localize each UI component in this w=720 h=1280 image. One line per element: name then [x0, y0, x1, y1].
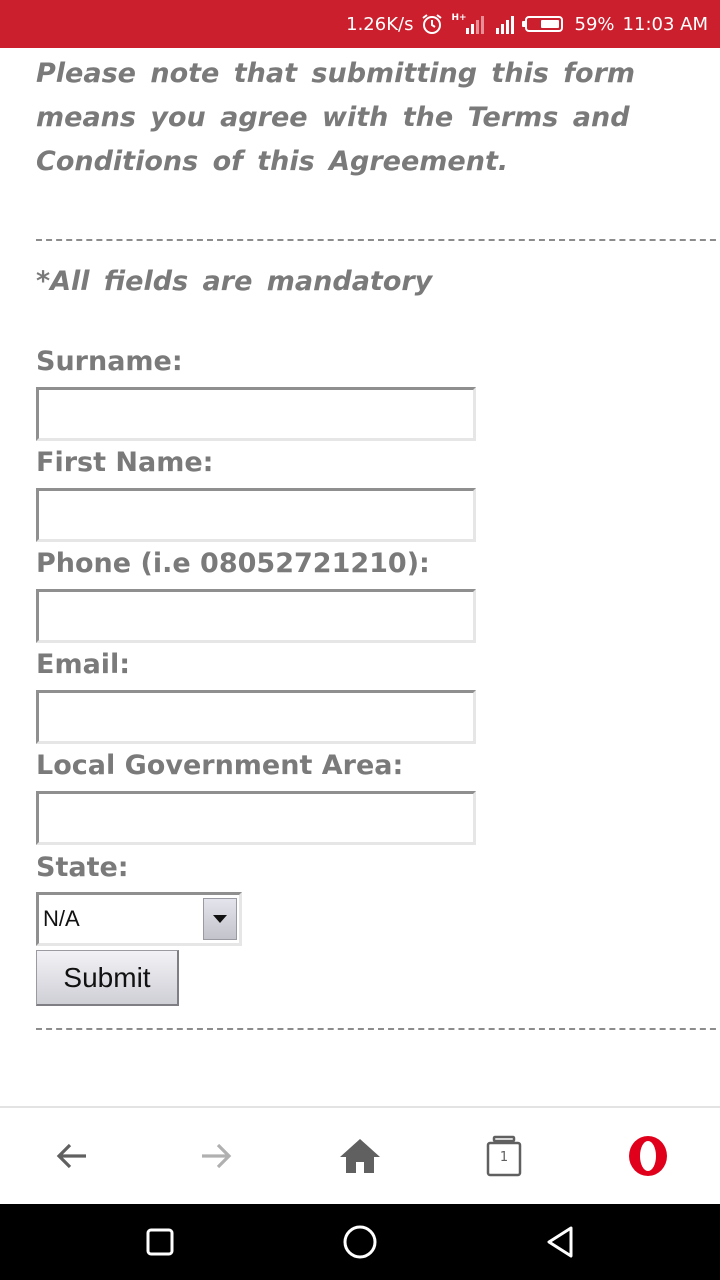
signal-icon	[495, 14, 517, 34]
signal-icon-1	[465, 16, 484, 34]
browser-toolbar: 1	[0, 1106, 720, 1204]
surname-input[interactable]	[36, 387, 476, 441]
tab-count: 1	[499, 1150, 509, 1165]
email-input[interactable]	[36, 690, 476, 744]
network-signal: H+	[451, 12, 486, 34]
back-arrow-icon[interactable]	[48, 1132, 96, 1180]
recents-square-icon[interactable]	[138, 1220, 182, 1264]
forward-arrow-icon[interactable]	[192, 1132, 240, 1180]
web-page-content: Please note that submitting this form me…	[36, 48, 720, 1106]
surname-label: Surname:	[36, 346, 183, 377]
opera-menu-icon[interactable]	[624, 1132, 672, 1180]
tabs-icon[interactable]: 1	[480, 1132, 528, 1180]
state-selected-value: N/A	[43, 906, 80, 931]
home-icon[interactable]	[336, 1132, 384, 1180]
dropdown-arrow-icon[interactable]	[203, 898, 237, 940]
dashed-divider	[36, 239, 720, 241]
battery-icon	[521, 16, 567, 32]
alarm-icon	[421, 13, 443, 35]
system-nav-bar	[0, 1204, 720, 1280]
net-speed: 1.26K/s	[346, 13, 414, 35]
terms-notice: Please note that submitting this form me…	[36, 58, 636, 177]
state-select[interactable]: N/A	[36, 892, 242, 946]
clock: 11:03 AM	[622, 13, 708, 35]
first-name-input[interactable]	[36, 488, 476, 542]
phone-input[interactable]	[36, 589, 476, 643]
back-triangle-icon[interactable]	[538, 1220, 582, 1264]
phone-label: Phone (i.e 08052721210):	[36, 548, 430, 579]
dashed-divider-bottom	[36, 1028, 720, 1030]
state-label: State:	[36, 852, 129, 883]
network-type: H+	[451, 12, 467, 23]
lga-input[interactable]	[36, 791, 476, 845]
home-circle-icon[interactable]	[338, 1220, 382, 1264]
first-name-label: First Name:	[36, 447, 214, 478]
battery-fill	[540, 20, 559, 28]
submit-button[interactable]: Submit	[36, 950, 179, 1006]
lga-label: Local Government Area:	[36, 750, 404, 781]
battery-percent: 59%	[574, 13, 615, 35]
email-label: Email:	[36, 649, 131, 680]
status-bar: 1.26K/s H+ 59% 11:03 AM	[0, 0, 720, 48]
mandatory-note: *All fields are mandatory	[36, 266, 433, 297]
